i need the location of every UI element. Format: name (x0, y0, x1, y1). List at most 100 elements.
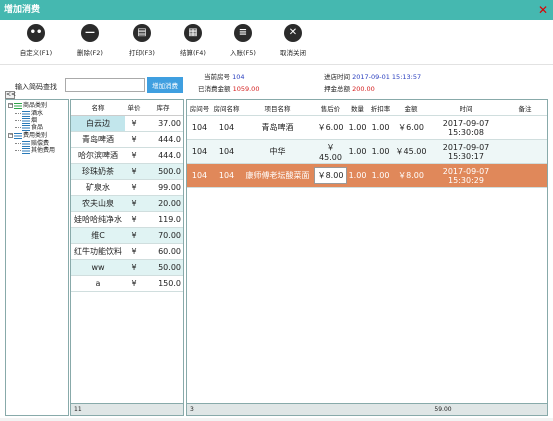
tree-node-other-fees[interactable]: 其他费用 (15, 147, 55, 154)
column-header-price[interactable]: 售后价 (314, 100, 347, 115)
order-room-no: 104 (191, 123, 208, 132)
category-icon (22, 117, 30, 124)
product-row[interactable]: a ¥ 150.0 (71, 276, 183, 292)
time-info: 进店时间 2017-09-01 15:13:57 (324, 71, 421, 81)
printer-icon: ▤ (133, 24, 151, 42)
custom-button[interactable]: •• 自定义(F1) (13, 24, 59, 57)
order-table-footer: 3 59.00 (186, 403, 548, 416)
collapse-toggle-icon[interactable]: − (8, 133, 13, 138)
print-button-label: 打印(F3) (129, 49, 155, 57)
product-row[interactable]: 红牛功能饮料 ¥ 60.00 (71, 244, 183, 260)
order-room-name: 104 (218, 147, 235, 156)
order-row[interactable]: 104 104 青岛啤酒 ￥6.00 1.00 1.00 ￥6.00 2017-… (187, 116, 547, 140)
search-input[interactable] (65, 78, 145, 92)
delete-button[interactable]: — 删除(F2) (67, 24, 113, 57)
column-header-name[interactable]: 名称 (71, 100, 125, 115)
order-item: 青岛啤酒 (261, 123, 294, 132)
order-amount: ￥6.00 (398, 123, 424, 132)
tree-node-food[interactable]: 食品 (15, 124, 43, 131)
collapse-panel-button[interactable]: << (5, 91, 16, 99)
category-icon (22, 110, 30, 117)
order-room-name: 104 (218, 171, 235, 180)
product-panel: 输入简码查找 增加消费 << − 商品类别 酒水 烟 食品 − 费用类别 赔偿费 其… (3, 66, 184, 416)
column-header-amount[interactable]: 金额 (393, 100, 429, 115)
collapse-toggle-icon[interactable]: − (8, 103, 13, 108)
product-row[interactable]: 哈尔滨啤酒 ¥ 444.0 (71, 148, 183, 164)
product-row[interactable]: 维C ¥ 70.00 (71, 228, 183, 244)
calculator-icon: ▦ (184, 24, 202, 42)
product-row[interactable]: ww ¥ 50.00 (71, 260, 183, 276)
post-button[interactable]: ≡ 入账(F5) (220, 24, 266, 57)
product-stock: 20.00 (158, 199, 181, 208)
order-row[interactable]: 104 104 中华 ￥ 45.00 1.00 1.00 ￥45.00 2017… (187, 140, 547, 164)
order-amount: ￥8.00 (398, 171, 424, 180)
product-stock: 444.0 (158, 135, 181, 144)
order-quantity: 1.00 (348, 123, 367, 132)
column-header-item[interactable]: 项目名称 (241, 100, 314, 115)
tree-branch (15, 150, 21, 151)
product-row[interactable]: 白云边 ¥ 37.00 (71, 116, 183, 132)
time-label: 进店时间 (324, 73, 350, 81)
room-label: 当前房号 (204, 73, 230, 81)
product-row[interactable]: 青岛啤酒 ¥ 444.0 (71, 132, 183, 148)
tree-node-fees[interactable]: − 费用类别 (8, 132, 47, 139)
settle-button[interactable]: ▦ 结算(F4) (170, 24, 216, 57)
tree-node-label: 烟 (31, 117, 38, 124)
product-currency: ¥ (131, 279, 137, 288)
product-currency: ¥ (131, 263, 137, 272)
column-header-discount[interactable]: 折扣率 (368, 100, 393, 115)
tree-node-label: 赔偿费 (31, 140, 50, 147)
print-button[interactable]: ▤ 打印(F3) (119, 24, 165, 57)
total-value: 1059.00 (232, 85, 260, 93)
column-header-time[interactable]: 时间 (429, 100, 503, 115)
column-header-note[interactable]: 备注 (503, 100, 547, 115)
column-header-price[interactable]: 单价 (125, 100, 143, 115)
cancel-close-button-label: 取消关闭 (280, 49, 306, 57)
order-item: 中华 (269, 147, 286, 156)
product-row[interactable]: 珍珠奶茶 ¥ 500.0 (71, 164, 183, 180)
deposit-label: 押金总额 (324, 85, 350, 93)
column-header-room-no[interactable]: 房间号 (187, 100, 212, 115)
product-name: ww (91, 263, 105, 272)
cancel-close-button[interactable]: ✕ 取消关闭 (270, 24, 316, 57)
product-row[interactable]: 娃哈哈纯净水 ¥ 119.0 (71, 212, 183, 228)
tree-node-goods[interactable]: − 商品类别 (8, 102, 47, 109)
order-row-selected[interactable]: 104 104 康师傅老坛酸菜面 ￥8.00 1.00 1.00 ￥8.00 2… (187, 164, 547, 188)
column-header-stock[interactable]: 库存 (143, 100, 183, 115)
order-price-editor[interactable]: ￥8.00 (314, 167, 347, 184)
category-icon (22, 147, 30, 154)
product-table-header: 名称 单价 库存 (71, 100, 183, 116)
category-tree: − 商品类别 酒水 烟 食品 − 费用类别 赔偿费 其他费用 (5, 99, 69, 416)
column-header-room-name[interactable]: 房间名称 (212, 100, 241, 115)
tree-branch (15, 120, 21, 121)
tree-node-label: 酒水 (31, 110, 44, 117)
product-name: 娃哈哈纯净水 (74, 215, 122, 224)
window-title: 增加消费 (4, 5, 41, 15)
cancel-icon: ✕ (284, 24, 302, 42)
order-table-header: 房间号 房间名称 项目名称 售后价 数量 折扣率 金额 时间 备注 (187, 100, 547, 116)
product-row[interactable]: 矿泉水 ¥ 99.00 (71, 180, 183, 196)
order-price: ￥6.00 (317, 123, 344, 132)
add-consumption-button[interactable]: 增加消费 (147, 77, 183, 93)
tree-node-cigarettes[interactable]: 烟 (15, 117, 37, 124)
order-table: 房间号 房间名称 项目名称 售后价 数量 折扣率 金额 时间 备注 104 10… (186, 99, 548, 416)
tree-node-compensation[interactable]: 赔偿费 (15, 140, 49, 147)
list-icon: ≡ (234, 24, 252, 42)
order-discount: 1.00 (371, 147, 390, 156)
product-name: a (95, 279, 101, 288)
room-info: 当前房号 104 (204, 71, 245, 81)
category-icon (22, 140, 30, 147)
category-icon (22, 124, 30, 131)
product-name: 维C (91, 231, 105, 240)
tree-node-drinks[interactable]: 酒水 (15, 110, 43, 117)
order-note (503, 116, 547, 139)
order-item: 康师傅老坛酸菜面 (245, 171, 310, 180)
product-row[interactable]: 农夫山泉 ¥ 20.00 (71, 196, 183, 212)
settle-button-label: 结算(F4) (180, 49, 206, 57)
column-header-quantity[interactable]: 数量 (347, 100, 368, 115)
toolbar: •• 自定义(F1) — 删除(F2) ▤ 打印(F3) ▦ 结算(F4) ≡ … (0, 20, 553, 62)
product-currency: ¥ (131, 135, 137, 144)
time-value: 2017-09-01 15:13:57 (352, 73, 422, 81)
close-icon[interactable]: ✕ (537, 0, 549, 20)
product-name: 农夫山泉 (82, 199, 114, 208)
